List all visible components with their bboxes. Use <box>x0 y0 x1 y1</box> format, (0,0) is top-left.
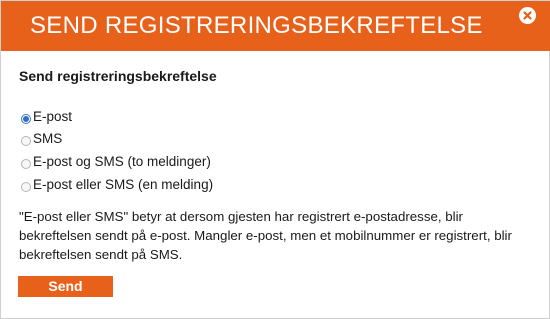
option-email-label: E-post <box>33 108 73 124</box>
registration-confirmation-dialog: SEND REGISTRERINGSBEKREFTELSE Send regis… <box>0 0 550 319</box>
option-description: "E-post eller SMS" betyr at dersom gjest… <box>19 209 512 262</box>
option-email[interactable]: E-post <box>21 107 72 125</box>
option-email-or-sms-label: E-post eller SMS (en melding) <box>33 176 214 192</box>
radio-sms[interactable] <box>21 136 31 146</box>
option-sms-label: SMS <box>33 130 63 146</box>
option-email-and-sms[interactable]: E-post og SMS (to meldinger) <box>21 152 211 170</box>
form-heading: Send registreringsbekreftelse <box>19 68 217 84</box>
option-email-and-sms-label: E-post og SMS (to meldinger) <box>33 153 211 169</box>
send-button[interactable]: Send <box>18 276 113 297</box>
option-sms[interactable]: SMS <box>21 129 62 147</box>
option-email-or-sms[interactable]: E-post eller SMS (en melding) <box>21 175 213 193</box>
radio-email[interactable] <box>21 114 31 124</box>
close-button[interactable] <box>519 7 536 24</box>
dialog-title: SEND REGISTRERINGSBEKREFTELSE <box>30 12 483 39</box>
radio-email-and-sms[interactable] <box>21 159 31 169</box>
radio-email-or-sms[interactable] <box>21 182 31 192</box>
dialog-titlebar: SEND REGISTRERINGSBEKREFTELSE <box>1 1 550 51</box>
close-icon <box>523 11 532 20</box>
